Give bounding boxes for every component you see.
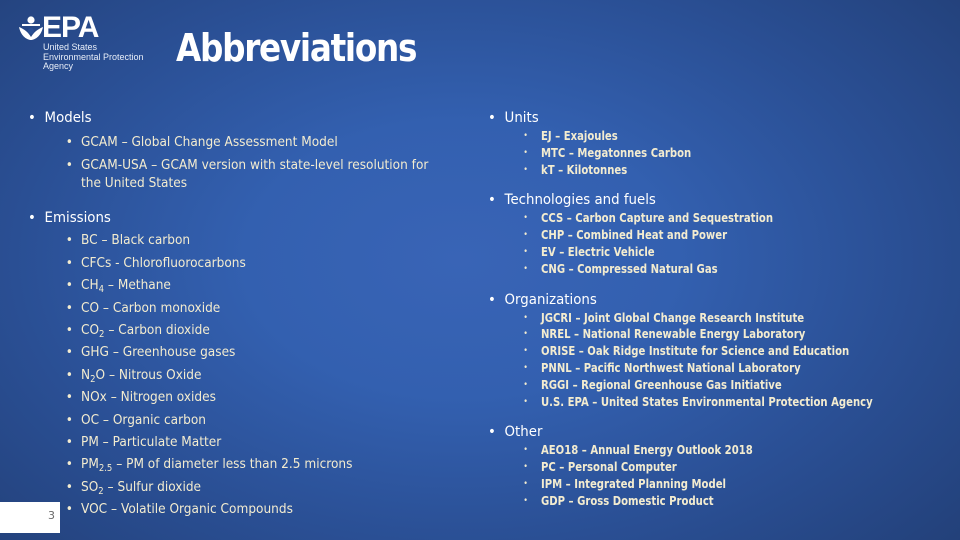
list-item: EV – Electric Vehicle xyxy=(523,244,866,261)
units-list: EJ – Exajoules MTC – Megatonnes Carbon k… xyxy=(488,128,928,178)
list-item: OC – Organic carbon xyxy=(66,409,420,432)
list-item: RGGI – Regional Greenhouse Gas Initiativ… xyxy=(523,377,866,394)
item-abbr: BC xyxy=(81,232,98,249)
list-item: NREL – National Renewable Energy Laborat… xyxy=(523,326,866,343)
item-sep: – xyxy=(107,501,121,518)
list-item: ORISE – Oak Ridge Institute for Science … xyxy=(523,343,866,360)
technologies-list: CCS – Carbon Capture and Sequestration C… xyxy=(488,210,928,277)
item-desc: Carbon monoxide xyxy=(112,299,221,316)
list-item: CHP – Combined Heat and Power xyxy=(523,227,866,244)
item-sep: – xyxy=(108,344,123,361)
right-column: Units EJ – Exajoules MTC – Megatonnes Ca… xyxy=(488,108,928,510)
list-item: kT – Kilotonnes xyxy=(523,162,866,179)
item-desc: Greenhouse gases xyxy=(122,344,236,361)
item-abbr: CFCs xyxy=(81,254,112,271)
list-item: U.S. EPA – United States Environmental P… xyxy=(523,394,872,411)
list-item: BC – Black carbon xyxy=(66,229,420,252)
list-item: N2O – Nitrous Oxide xyxy=(66,364,420,387)
list-item: AEO18 – Annual Energy Outlook 2018 xyxy=(523,442,866,459)
list-item: CFCs - Chlorofluorocarbons xyxy=(66,252,420,275)
section-heading-other: Other xyxy=(488,422,893,442)
item-sep: – xyxy=(99,299,113,316)
item-abbr: N xyxy=(81,366,91,383)
item-desc: Particulate Matter xyxy=(112,434,222,451)
list-item: PM – Particulate Matter xyxy=(66,431,420,454)
list-item: JGCRI – Joint Global Change Research Ins… xyxy=(523,310,866,327)
epa-logo: EPA United States Environmental Protecti… xyxy=(18,11,158,73)
list-item: GCAM-USA – GCAM version with state-level… xyxy=(66,156,441,192)
epa-logo-text: EPA xyxy=(42,11,99,44)
epa-logo-subtitle: United States Environmental Protection A… xyxy=(43,42,144,72)
list-item: CO – Carbon monoxide xyxy=(66,297,420,320)
epa-logo-line: Agency xyxy=(43,61,74,71)
section-heading-organizations: Organizations xyxy=(488,290,893,310)
emissions-list: BC – Black carbon CFCs - Chlorofluorocar… xyxy=(28,229,458,521)
item-abbr: SO xyxy=(81,478,99,495)
item-abbr: CH xyxy=(81,277,99,294)
list-item: SO2 – Sulfur dioxide xyxy=(66,476,420,499)
item-sep: – xyxy=(103,478,118,495)
item-sep: – xyxy=(117,134,132,150)
item-desc: Organic carbon xyxy=(112,411,206,428)
list-item: CNG – Compressed Natural Gas xyxy=(523,261,866,278)
list-item: GDP – Gross Domestic Product xyxy=(523,493,866,510)
item-desc: Global Change Assessment Model xyxy=(131,134,338,150)
list-item: NOx – Nitrogen oxides xyxy=(66,386,420,409)
item-desc: Volatile Organic Compounds xyxy=(120,501,293,518)
models-list: GCAM – Global Change Assessment Model GC… xyxy=(28,131,458,192)
item-sep: – xyxy=(104,322,119,339)
item-sep: – xyxy=(104,277,118,294)
item-desc: PM of diameter less than 2.5 microns xyxy=(126,456,353,473)
item-abbr: GCAM xyxy=(81,134,118,150)
item-desc: Methane xyxy=(117,277,171,294)
item-sep: - xyxy=(111,254,124,271)
list-item: VOC – Volatile Organic Compounds xyxy=(66,498,420,521)
item-desc: Chlorofluorocarbons xyxy=(123,254,246,271)
list-item: IPM – Integrated Planning Model xyxy=(523,476,866,493)
item-sep: – xyxy=(106,389,121,406)
list-item: EJ – Exajoules xyxy=(523,128,866,145)
section-heading-units: Units xyxy=(488,108,893,128)
item-abbr: CO xyxy=(81,299,100,316)
slide-number: 3 xyxy=(0,502,60,533)
slide-title: Abbreviations xyxy=(176,26,417,70)
list-item: PNNL – Pacific Northwest National Labora… xyxy=(523,360,866,377)
item-desc: Nitrogen oxides xyxy=(120,389,216,406)
item-sep: – xyxy=(97,232,112,249)
item-abbr-tail: O xyxy=(95,366,106,383)
item-sep: – xyxy=(112,456,127,473)
list-item: GCAM – Global Change Assessment Model xyxy=(66,131,420,154)
section-heading-technologies: Technologies and fuels xyxy=(488,190,893,210)
item-desc: Black carbon xyxy=(111,232,191,249)
item-abbr: PM xyxy=(81,456,99,473)
list-item: CH4 – Methane xyxy=(66,274,420,297)
item-subscript: 2.5 xyxy=(98,463,113,475)
organizations-list: JGCRI – Joint Global Change Research Ins… xyxy=(488,310,928,411)
section-heading-models: Models xyxy=(28,108,424,128)
item-desc: Carbon dioxide xyxy=(118,322,210,339)
epa-flower-icon xyxy=(19,16,43,40)
item-abbr: VOC xyxy=(81,501,108,518)
item-abbr: NOx xyxy=(81,389,107,406)
list-item: GHG – Greenhouse gases xyxy=(66,341,420,364)
list-item: MTC – Megatonnes Carbon xyxy=(523,145,866,162)
other-list: AEO18 – Annual Energy Outlook 2018 PC – … xyxy=(488,442,928,509)
list-item: CO2 – Carbon dioxide xyxy=(66,319,420,342)
item-sep: – xyxy=(105,366,119,383)
item-sep: – xyxy=(99,411,113,428)
list-item: PM2.5 – PM of diameter less than 2.5 mic… xyxy=(66,453,420,476)
item-sep: – xyxy=(98,434,113,451)
item-desc: Sulfur dioxide xyxy=(117,478,202,495)
left-column: Models GCAM – Global Change Assessment M… xyxy=(28,108,458,521)
item-abbr: PM xyxy=(81,434,99,451)
list-item: PC – Personal Computer xyxy=(523,459,866,476)
item-desc: Nitrous Oxide xyxy=(118,366,202,383)
item-abbr: OC xyxy=(81,411,100,428)
item-abbr: GCAM-USA xyxy=(81,157,148,174)
item-abbr: GHG xyxy=(81,344,109,361)
item-abbr: CO xyxy=(81,322,100,339)
item-sep: – xyxy=(147,157,162,174)
section-heading-emissions: Emissions xyxy=(28,208,424,228)
list-item: CCS – Carbon Capture and Sequestration xyxy=(523,210,866,227)
